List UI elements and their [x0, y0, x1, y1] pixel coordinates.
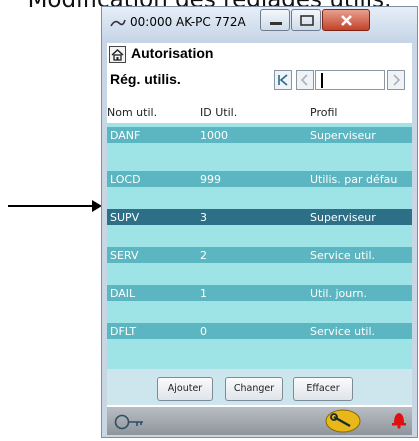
minimize-icon — [270, 22, 282, 25]
pointer-arrow — [8, 200, 102, 212]
cell-profile: Superviseur — [310, 129, 376, 142]
cell-user-name: DAIL — [110, 287, 136, 300]
page-field[interactable] — [315, 70, 385, 90]
cell-user-name: SERV — [110, 249, 139, 262]
client-area: Autorisation Rég. utilis. Nom util. ID U… — [107, 43, 412, 435]
app-icon — [110, 19, 126, 27]
table-row[interactable]: DFLT 0 Service util. — [107, 323, 412, 339]
cell-user-name: SUPV — [110, 211, 140, 224]
delete-button[interactable]: Effacer — [293, 377, 353, 401]
screen-title: Autorisation — [131, 45, 214, 61]
close-icon — [341, 15, 352, 26]
screen-subtitle: Rég. utilis. — [110, 71, 181, 87]
user-list[interactable]: DANF 1000 Superviseur LOCD 999 Utilis. p… — [107, 123, 412, 393]
cell-user-id: 2 — [200, 249, 207, 262]
table-row-selected[interactable]: SUPV 3 Superviseur — [107, 209, 412, 225]
cell-user-name: DFLT — [110, 325, 137, 338]
table-row[interactable]: LOCD 999 Utilis. par défau — [107, 171, 412, 187]
cell-profile: Service util. — [310, 249, 376, 262]
status-footer — [107, 407, 412, 435]
cell-profile: Utilis. par défau — [310, 173, 398, 186]
window-title: 00:000 AK-PC 772A — [130, 15, 246, 29]
alarm-bell-icon[interactable] — [389, 409, 409, 429]
first-icon — [278, 74, 288, 86]
action-bar: Ajouter Changer Effacer — [107, 369, 412, 405]
sub-header: Rég. utilis. — [107, 67, 412, 93]
home-icon — [111, 49, 124, 61]
previous-page-button[interactable] — [296, 70, 314, 90]
home-button[interactable] — [109, 46, 126, 63]
cell-user-id: 1 — [200, 287, 207, 300]
close-button[interactable] — [322, 9, 370, 31]
first-page-button[interactable] — [274, 70, 292, 90]
maximize-button[interactable] — [291, 9, 321, 31]
wrench-icon[interactable] — [323, 409, 363, 433]
cell-user-id: 3 — [200, 211, 207, 224]
column-header-name[interactable]: Nom util. — [107, 106, 157, 119]
key-icon[interactable] — [113, 411, 147, 431]
cell-user-name: LOCD — [110, 173, 141, 186]
cell-user-id: 999 — [200, 173, 221, 186]
table-row[interactable]: SERV 2 Service util. — [107, 247, 412, 263]
minimize-button[interactable] — [260, 9, 290, 31]
cell-profile: Superviseur — [310, 211, 376, 224]
cell-profile: Service util. — [310, 325, 376, 338]
cell-user-name: DANF — [110, 129, 141, 142]
column-header-profile[interactable]: Profil — [310, 106, 337, 119]
title-bar: 00:000 AK-PC 772A — [102, 7, 417, 43]
cell-user-id: 1000 — [200, 129, 228, 142]
table-header: Nom util. ID Util. Profil — [107, 103, 412, 123]
maximize-icon — [300, 15, 314, 26]
next-page-button[interactable] — [387, 70, 405, 90]
chevron-right-icon — [393, 74, 401, 86]
cell-user-id: 0 — [200, 325, 207, 338]
change-button[interactable]: Changer — [225, 377, 283, 401]
table-row[interactable]: DANF 1000 Superviseur — [107, 127, 412, 143]
app-window: 00:000 AK-PC 772A Autorisation Rég. util… — [101, 6, 418, 438]
column-header-id[interactable]: ID Util. — [200, 106, 237, 119]
chevron-left-icon — [300, 74, 308, 86]
cell-profile: Util. journ. — [310, 287, 368, 300]
add-button[interactable]: Ajouter — [157, 377, 213, 401]
text-cursor — [321, 73, 323, 88]
screen-header: Autorisation — [107, 43, 412, 65]
table-row[interactable]: DAIL 1 Util. journ. — [107, 285, 412, 301]
